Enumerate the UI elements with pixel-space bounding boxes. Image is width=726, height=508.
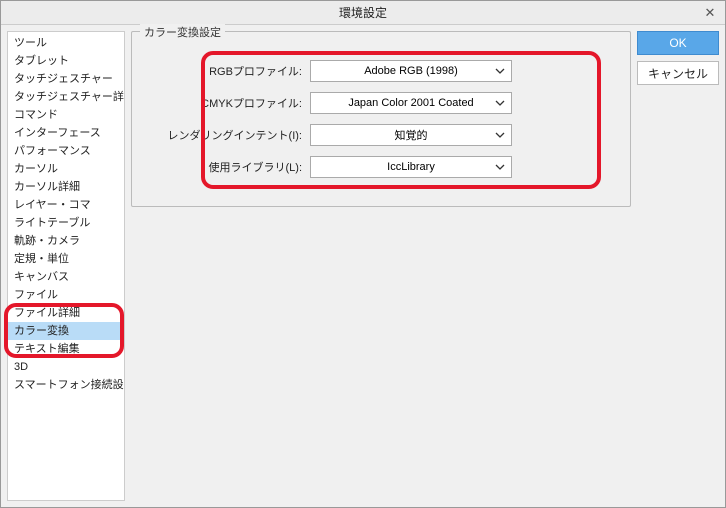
select-value: IccLibrary <box>311 161 511 173</box>
chevron-down-icon <box>495 132 505 138</box>
sidebar-item[interactable]: テキスト編集 <box>8 340 124 358</box>
sidebar-item[interactable]: カラー変換 <box>8 322 124 340</box>
form-label: CMYKプロファイル: <box>150 95 310 111</box>
close-icon: ✕ <box>705 5 716 21</box>
form-select[interactable]: Adobe RGB (1998) <box>310 60 512 82</box>
select-value: 知覚的 <box>311 127 511 143</box>
sidebar-item[interactable]: インターフェース <box>8 124 124 142</box>
sidebar-item[interactable]: ツール <box>8 34 124 52</box>
titlebar: 環境設定 ✕ <box>1 1 725 25</box>
form-row: CMYKプロファイル:Japan Color 2001 Coated <box>150 92 612 114</box>
sidebar-item[interactable]: 定規・単位 <box>8 250 124 268</box>
fieldset-legend: カラー変換設定 <box>140 24 225 40</box>
window-title: 環境設定 <box>339 4 387 21</box>
sidebar-item[interactable]: スマートフォン接続設定 <box>8 376 124 394</box>
form-row: RGBプロファイル:Adobe RGB (1998) <box>150 60 612 82</box>
preferences-dialog: 環境設定 ✕ ツールタブレットタッチジェスチャータッチジェスチャー詳細コマンドイ… <box>0 0 726 508</box>
chevron-down-icon <box>495 68 505 74</box>
sidebar-item[interactable]: カーソル詳細 <box>8 178 124 196</box>
ok-button[interactable]: OK <box>637 31 719 55</box>
sidebar-item[interactable]: カーソル <box>8 160 124 178</box>
close-button[interactable]: ✕ <box>695 1 725 25</box>
sidebar-item[interactable]: コマンド <box>8 106 124 124</box>
sidebar-item[interactable]: タッチジェスチャー詳細 <box>8 88 124 106</box>
sidebar-item[interactable]: パフォーマンス <box>8 142 124 160</box>
select-value: Japan Color 2001 Coated <box>311 97 511 109</box>
main-panel: カラー変換設定 RGBプロファイル:Adobe RGB (1998)CMYKプロ… <box>131 31 631 501</box>
form-label: RGBプロファイル: <box>150 63 310 79</box>
color-conversion-fieldset: カラー変換設定 RGBプロファイル:Adobe RGB (1998)CMYKプロ… <box>131 31 631 207</box>
chevron-down-icon <box>495 164 505 170</box>
sidebar-item[interactable]: ファイル詳細 <box>8 304 124 322</box>
sidebar-item[interactable]: タッチジェスチャー <box>8 70 124 88</box>
sidebar-item[interactable]: タブレット <box>8 52 124 70</box>
form-label: レンダリングインテント(I): <box>150 127 310 143</box>
sidebar-item[interactable]: レイヤー・コマ <box>8 196 124 214</box>
sidebar-item[interactable]: ライトテーブル <box>8 214 124 232</box>
form-label: 使用ライブラリ(L): <box>150 159 310 175</box>
form-row: レンダリングインテント(I):知覚的 <box>150 124 612 146</box>
sidebar-item[interactable]: 軌跡・カメラ <box>8 232 124 250</box>
select-value: Adobe RGB (1998) <box>311 65 511 77</box>
sidebar-item[interactable]: キャンバス <box>8 268 124 286</box>
form-select[interactable]: 知覚的 <box>310 124 512 146</box>
form-select[interactable]: IccLibrary <box>310 156 512 178</box>
dialog-body: ツールタブレットタッチジェスチャータッチジェスチャー詳細コマンドインターフェース… <box>1 25 725 507</box>
cancel-button[interactable]: キャンセル <box>637 61 719 85</box>
form-select[interactable]: Japan Color 2001 Coated <box>310 92 512 114</box>
sidebar-item[interactable]: ファイル <box>8 286 124 304</box>
sidebar: ツールタブレットタッチジェスチャータッチジェスチャー詳細コマンドインターフェース… <box>7 31 125 501</box>
form-row: 使用ライブラリ(L):IccLibrary <box>150 156 612 178</box>
chevron-down-icon <box>495 100 505 106</box>
sidebar-item[interactable]: 3D <box>8 358 124 376</box>
dialog-buttons: OK キャンセル <box>637 31 719 501</box>
